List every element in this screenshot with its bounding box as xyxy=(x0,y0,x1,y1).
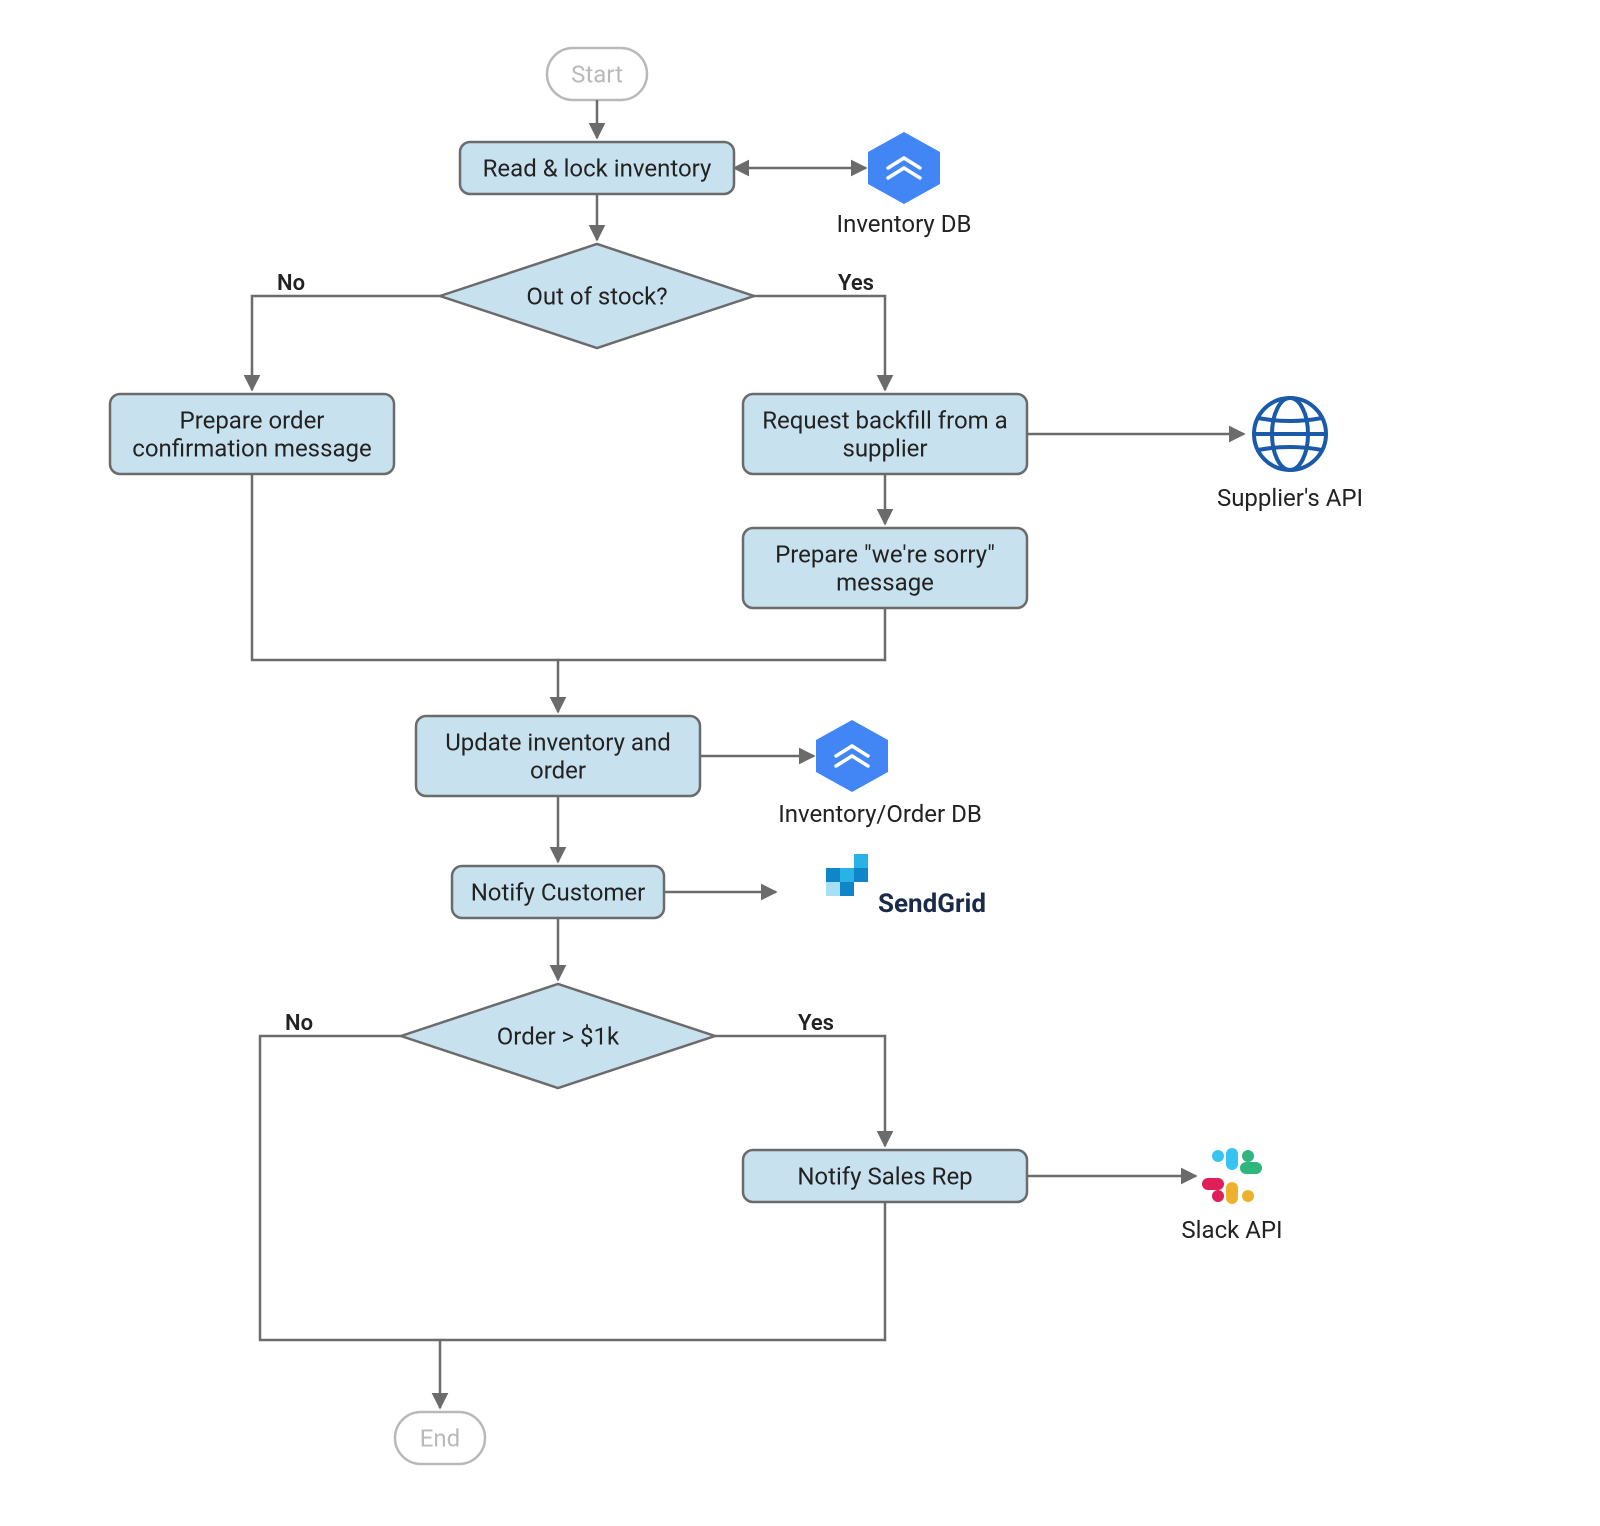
request-backfill-label-2: supplier xyxy=(842,434,927,462)
inventory-db-icon xyxy=(868,132,940,204)
slack-api-label: Slack API xyxy=(1181,1216,1282,1244)
edge-sales-end xyxy=(440,1202,885,1340)
notify-sales-label: Notify Sales Rep xyxy=(797,1162,972,1190)
read-lock-inventory-node: Read & lock inventory xyxy=(460,142,734,194)
edge-yes-label-1: Yes xyxy=(838,271,874,296)
end-node: End xyxy=(395,1412,485,1464)
slack-icon xyxy=(1202,1148,1262,1204)
order-gt-1k-label: Order > $1k xyxy=(497,1022,620,1050)
inventory-order-db-icon xyxy=(816,720,888,792)
prepare-sorry-node: Prepare "we're sorry" message xyxy=(743,528,1027,608)
edge-no-label-1: No xyxy=(277,271,305,296)
notify-customer-node: Notify Customer xyxy=(452,866,664,918)
edge-yes-label-2: Yes xyxy=(798,1011,834,1036)
end-label: End xyxy=(420,1424,460,1452)
out-of-stock-decision: Out of stock? xyxy=(440,244,754,348)
edge-outofstock-no xyxy=(252,296,440,390)
notify-customer-label: Notify Customer xyxy=(471,878,646,906)
sendgrid-label: SendGrid xyxy=(878,889,986,919)
update-inventory-label-1: Update inventory and xyxy=(445,728,671,756)
edge-sorry-merge xyxy=(558,608,885,660)
prepare-confirmation-label-1: Prepare order xyxy=(180,406,325,434)
supplier-api-label: Supplier's API xyxy=(1217,484,1363,512)
prepare-sorry-label-2: message xyxy=(836,568,934,596)
request-backfill-label-1: Request backfill from a xyxy=(762,406,1007,434)
edge-no-label-2: No xyxy=(285,1011,313,1036)
start-label: Start xyxy=(571,60,623,88)
globe-icon xyxy=(1254,398,1326,470)
update-inventory-label-2: order xyxy=(530,756,586,784)
inventory-order-db-label: Inventory/Order DB xyxy=(778,800,982,828)
update-inventory-node: Update inventory and order xyxy=(416,716,700,796)
edge-order1k-yes xyxy=(715,1036,885,1146)
prepare-confirmation-node: Prepare order confirmation message xyxy=(110,394,394,474)
start-node: Start xyxy=(547,48,647,100)
request-backfill-node: Request backfill from a supplier xyxy=(743,394,1027,474)
order-gt-1k-decision: Order > $1k xyxy=(401,984,715,1088)
out-of-stock-label: Out of stock? xyxy=(526,282,667,310)
edge-confirm-update xyxy=(252,474,558,712)
notify-sales-node: Notify Sales Rep xyxy=(743,1150,1027,1202)
read-lock-label: Read & lock inventory xyxy=(483,154,712,182)
edge-outofstock-yes xyxy=(754,296,885,390)
inventory-db-label: Inventory DB xyxy=(837,210,972,238)
sendgrid-icon xyxy=(826,854,868,896)
edge-order1k-no xyxy=(260,1036,440,1408)
prepare-confirmation-label-2: confirmation message xyxy=(132,434,371,462)
prepare-sorry-label-1: Prepare "we're sorry" xyxy=(775,540,995,568)
